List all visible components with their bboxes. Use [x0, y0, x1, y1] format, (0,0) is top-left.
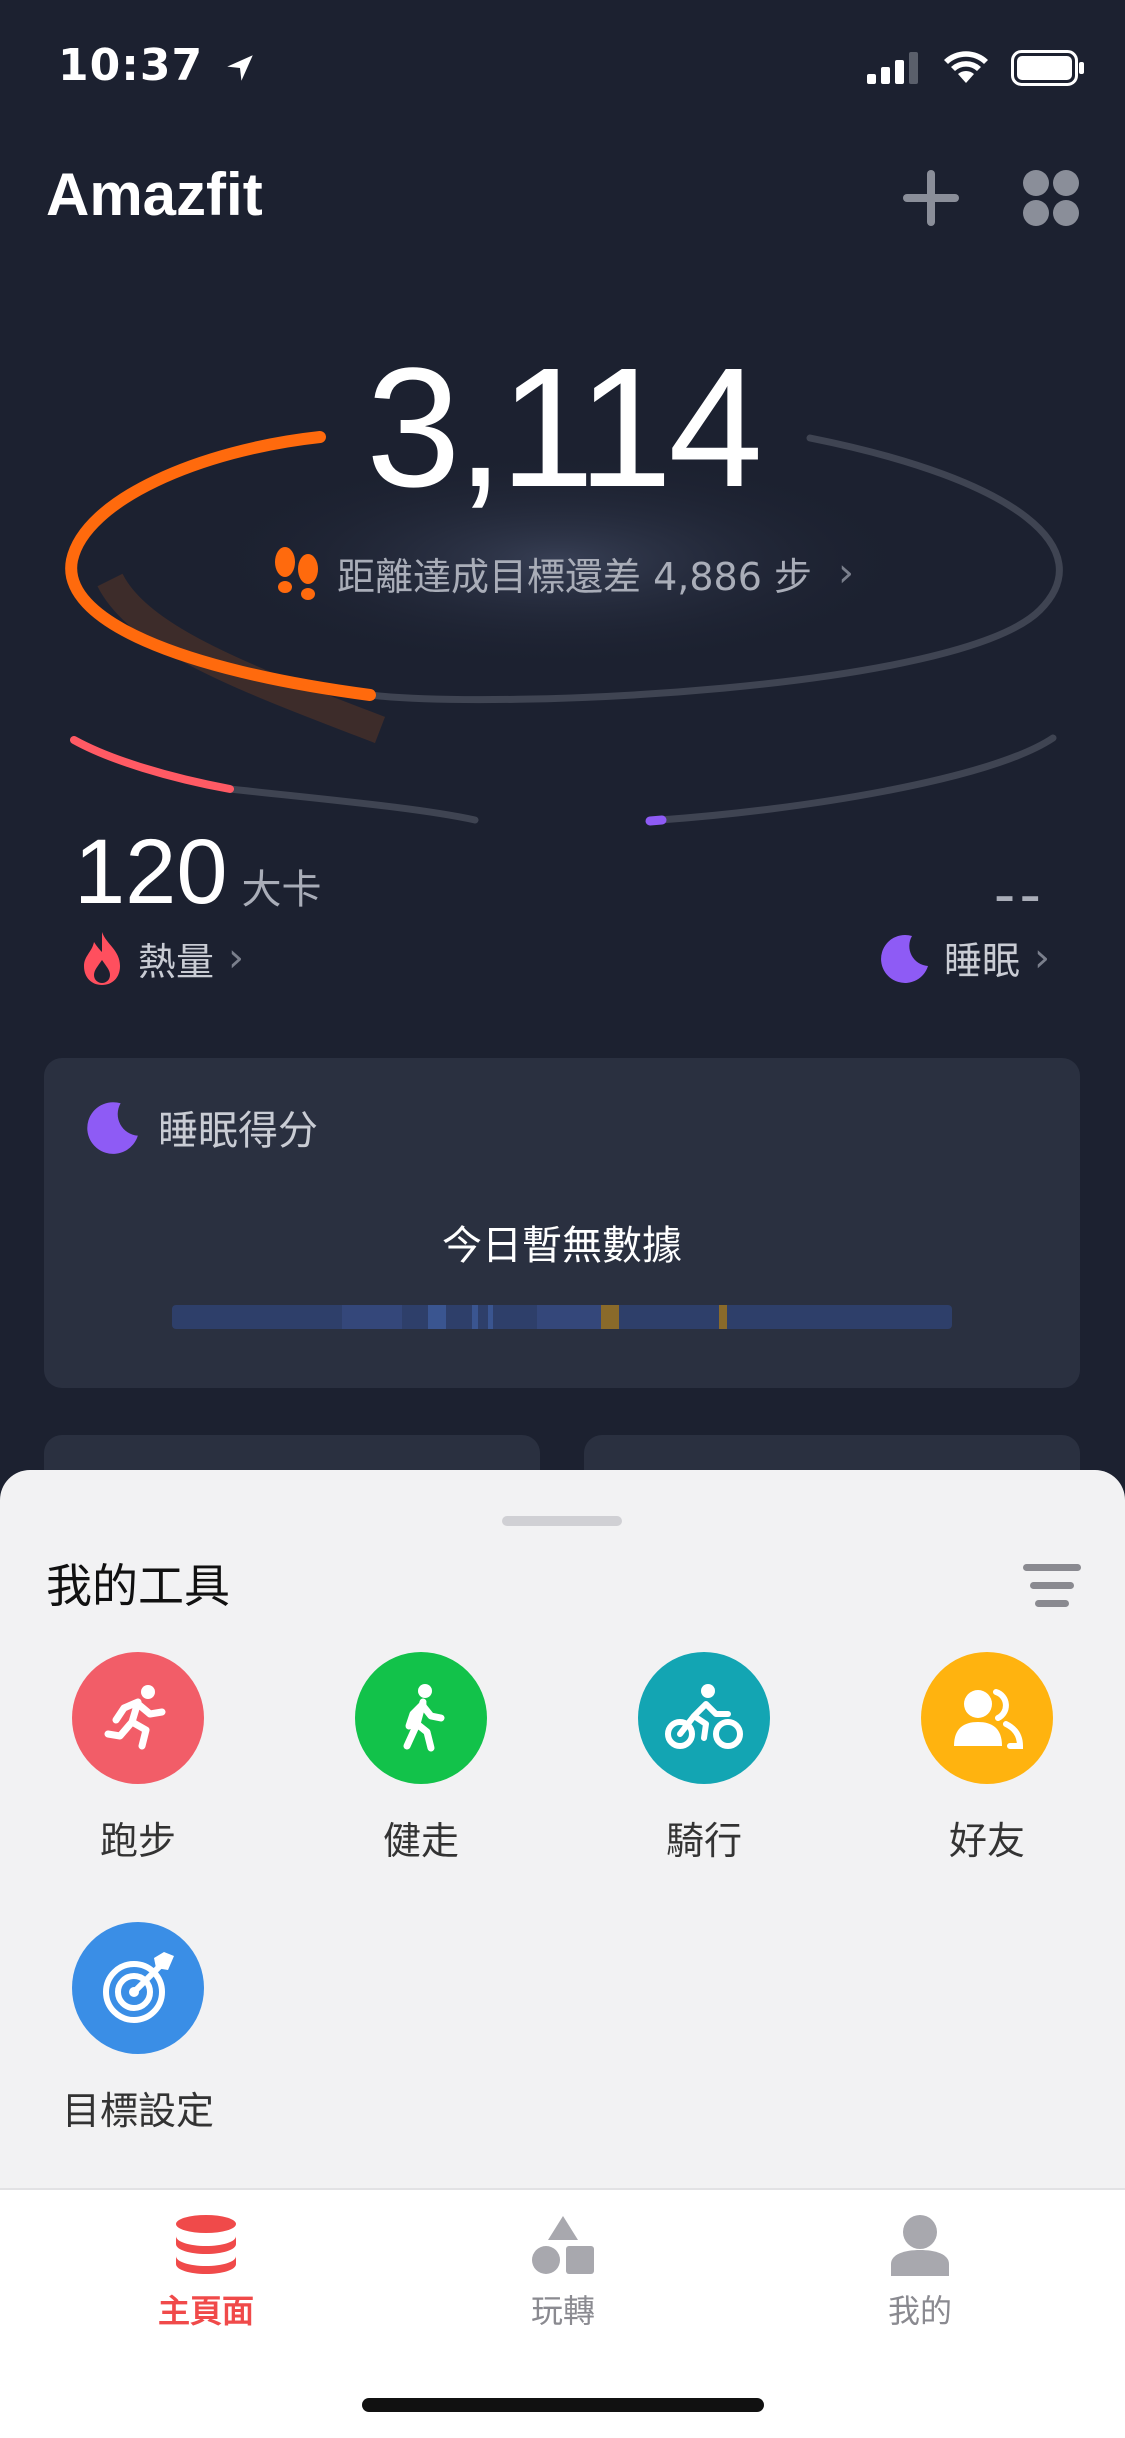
tool-friends[interactable]: 好友	[887, 1652, 1087, 1865]
moon-icon	[881, 934, 928, 983]
friends-icon	[921, 1652, 1053, 1784]
tool-cycling-label: 騎行	[665, 1819, 742, 1863]
sheet-drag-handle[interactable]	[502, 1516, 622, 1526]
moon-icon	[87, 1102, 138, 1154]
chevron-right-icon: ›	[837, 550, 854, 596]
calorie-label: 熱量	[138, 939, 215, 984]
tool-goal-setting[interactable]: 目標設定	[38, 1922, 238, 2135]
sleep-link[interactable]: 睡眠 ›	[878, 930, 1050, 985]
sleep-timeline-bar	[172, 1305, 952, 1329]
tab-explore[interactable]: 玩轉	[453, 2214, 673, 2332]
target-icon	[72, 1922, 204, 2054]
wifi-icon	[944, 51, 988, 83]
tool-friends-label: 好友	[948, 1819, 1025, 1863]
cycling-icon	[638, 1652, 770, 1784]
step-goal-text: 距離達成目標還差 4,886 步	[337, 554, 812, 599]
plus-icon	[903, 170, 959, 226]
sleep-ring-progress	[645, 815, 667, 826]
sleep-no-data: 今日暫無數據	[442, 1223, 682, 1269]
sleep-ring-track	[656, 734, 1057, 824]
step-goal-link[interactable]: 距離達成目標還差 4,886 步 ›	[0, 545, 1125, 601]
tool-running-label: 跑步	[99, 1819, 176, 1863]
flame-icon	[84, 932, 120, 985]
widgets-button[interactable]	[1016, 163, 1086, 233]
grid-icon	[1023, 170, 1079, 226]
shapes-icon	[532, 2216, 594, 2274]
tool-walking[interactable]: 健走	[321, 1652, 521, 1865]
chevron-right-icon: ›	[1034, 934, 1050, 981]
tab-profile-label: 我的	[887, 2292, 952, 2330]
status-time: 10:37	[58, 40, 257, 91]
calorie-ring-progress	[70, 736, 234, 793]
running-icon	[72, 1652, 204, 1784]
tools-menu-button[interactable]	[1023, 1562, 1081, 1614]
sleep-label-text: 睡眠	[943, 939, 1020, 983]
step-count: 3,114	[366, 333, 763, 523]
home-indicator	[362, 2398, 764, 2412]
chevron-right-icon: ›	[228, 935, 245, 981]
battery-icon	[1011, 50, 1084, 86]
calorie-unit: 大卡	[241, 867, 322, 913]
home-stack-icon	[176, 2215, 236, 2274]
tab-explore-label: 玩轉	[530, 2292, 595, 2330]
calorie-link[interactable]: 熱量 ›	[80, 930, 244, 986]
tool-running[interactable]: 跑步	[38, 1652, 238, 1865]
add-button[interactable]	[896, 163, 966, 233]
user-icon	[891, 2215, 949, 2276]
tool-cycling[interactable]: 騎行	[604, 1652, 804, 1865]
calorie-ring-track	[226, 785, 479, 824]
location-arrow-icon	[227, 55, 254, 81]
walking-icon	[355, 1652, 487, 1784]
calorie-number: 120	[74, 821, 228, 923]
calorie-value: 120 大卡	[74, 820, 322, 925]
status-icons	[867, 50, 1085, 86]
footprints-icon	[275, 547, 319, 600]
sleep-score-card[interactable]: 睡眠得分 今日暫無數據	[44, 1058, 1080, 1388]
tab-home-label: 主頁面	[157, 2292, 254, 2330]
cellular-signal-icon	[867, 52, 918, 84]
app-brand: Amazfit	[46, 161, 263, 228]
sleep-score-header: 睡眠得分	[84, 1098, 318, 1156]
tab-home[interactable]: 主頁面	[96, 2214, 316, 2332]
tools-sheet: 我的工具 跑步 健走 騎行 好友 目標設定	[0, 1470, 1125, 2190]
tools-title: 我的工具	[46, 1559, 230, 1613]
tool-goal-setting-label: 目標設定	[61, 2089, 214, 2133]
tab-profile[interactable]: 我的	[810, 2214, 1030, 2332]
tool-walking-label: 健走	[382, 1819, 459, 1863]
list-menu-icon	[1023, 1564, 1081, 1607]
sleep-value: --	[993, 860, 1045, 930]
sleep-score-title: 睡眠得分	[158, 1108, 318, 1154]
